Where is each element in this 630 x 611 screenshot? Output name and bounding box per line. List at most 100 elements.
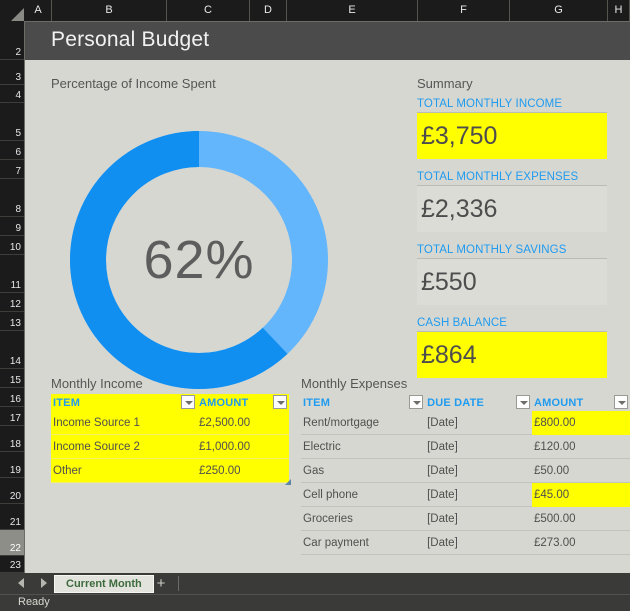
page-title: Personal Budget xyxy=(51,28,209,52)
table-cell[interactable]: £500.00 xyxy=(532,507,630,531)
column-header-e[interactable]: E xyxy=(287,0,418,21)
table-cell[interactable]: Income Source 2 xyxy=(51,435,197,459)
expenses-column-header-item[interactable]: ITEM xyxy=(301,394,425,411)
select-all-corner[interactable] xyxy=(0,0,26,22)
filter-dropdown-icon[interactable] xyxy=(273,395,287,409)
row-header-18[interactable]: 18 xyxy=(0,426,24,452)
status-text: Ready xyxy=(18,596,50,608)
status-bar: Ready xyxy=(0,594,630,611)
row-header-4[interactable]: 4 xyxy=(0,85,24,103)
sheet-surface: Personal Budget Percentage of Income Spe… xyxy=(25,22,630,573)
donut-chart[interactable]: 62% xyxy=(63,124,335,396)
column-header-a[interactable]: A xyxy=(25,0,52,21)
table-cell[interactable]: [Date] xyxy=(425,459,532,483)
expenses-column-header-amount[interactable]: AMOUNT xyxy=(532,394,630,411)
table-cell[interactable]: Electric xyxy=(301,435,425,459)
filter-dropdown-icon[interactable] xyxy=(409,395,423,409)
row-header-3[interactable]: 3 xyxy=(0,60,24,85)
add-sheet-button[interactable]: + xyxy=(152,576,170,592)
table-cell[interactable]: [Date] xyxy=(425,531,532,555)
column-header-b[interactable]: B xyxy=(52,0,167,21)
filter-dropdown-icon[interactable] xyxy=(614,395,628,409)
table-cell[interactable]: £800.00 xyxy=(532,411,630,435)
summary-label-0: TOTAL MONTHLY INCOME xyxy=(417,98,607,113)
sheet-tab-current-month[interactable]: Current Month xyxy=(54,575,154,593)
filter-dropdown-icon[interactable] xyxy=(516,395,530,409)
table-cell[interactable]: Car payment xyxy=(301,531,425,555)
row-header-9[interactable]: 9 xyxy=(0,217,24,236)
column-header-g[interactable]: G xyxy=(510,0,608,21)
income-table[interactable]: ITEMAMOUNTIncome Source 1£2,500.00Income… xyxy=(51,394,289,483)
row-header-7[interactable]: 7 xyxy=(0,160,24,179)
table-header-row: ITEM DUE DATEAMOUNT xyxy=(301,394,630,411)
table-row[interactable]: Gas[Date]£50.00 xyxy=(301,459,630,483)
table-row[interactable]: Rent/mortgage[Date]£800.00 xyxy=(301,411,630,435)
table-cell[interactable]: Other xyxy=(51,459,197,483)
table-cell[interactable]: £250.00 xyxy=(197,459,289,483)
expenses-table-title: Monthly Expenses xyxy=(301,376,407,391)
next-sheet-icon[interactable] xyxy=(41,578,47,588)
summary-value-0[interactable]: £3,750 xyxy=(417,113,607,159)
column-header-d[interactable]: D xyxy=(250,0,287,21)
row-header-22[interactable]: 22 xyxy=(0,530,24,556)
table-cell[interactable]: Rent/mortgage xyxy=(301,411,425,435)
row-header-2[interactable]: 2 xyxy=(0,22,24,60)
summary-value-3[interactable]: £864 xyxy=(417,332,607,378)
table-cell[interactable]: Cell phone xyxy=(301,483,425,507)
income-column-header-item[interactable]: ITEM xyxy=(51,394,197,411)
table-row[interactable]: Cell phone[Date]£45.00 xyxy=(301,483,630,507)
row-header-13[interactable]: 13 xyxy=(0,312,24,331)
table-cell[interactable]: [Date] xyxy=(425,507,532,531)
table-cell[interactable]: [Date] xyxy=(425,435,532,459)
table-header-row: ITEMAMOUNT xyxy=(51,394,289,411)
table-cell[interactable]: £1,000.00 xyxy=(197,435,289,459)
row-header-8[interactable]: 8 xyxy=(0,179,24,217)
table-cell[interactable]: £120.00 xyxy=(532,435,630,459)
row-header-19[interactable]: 19 xyxy=(0,452,24,478)
table-row[interactable]: Electric[Date]£120.00 xyxy=(301,435,630,459)
table-cell[interactable]: Groceries xyxy=(301,507,425,531)
row-header-23[interactable]: 23 xyxy=(0,556,24,573)
column-header-bar: ABCDEFGH xyxy=(0,0,630,21)
row-header-14[interactable]: 14 xyxy=(0,331,24,369)
row-header-17[interactable]: 17 xyxy=(0,407,24,426)
expenses-table[interactable]: ITEMDUE DATEAMOUNTRent/mortgage[Date]£80… xyxy=(301,394,630,555)
sheet-tab-bar: Current Month + xyxy=(0,573,630,594)
row-header-16[interactable]: 16 xyxy=(0,388,24,407)
table-cell[interactable]: £2,500.00 xyxy=(197,411,289,435)
tab-separator xyxy=(178,576,179,591)
summary-label-2: TOTAL MONTHLY SAVINGS xyxy=(417,244,607,259)
column-header-f[interactable]: F xyxy=(418,0,510,21)
income-column-header-amount[interactable]: AMOUNT xyxy=(197,394,289,411)
expenses-column-header-label: ITEM xyxy=(303,397,330,409)
column-header-c[interactable]: C xyxy=(167,0,250,21)
expenses-column-header-due-date[interactable]: DUE DATE xyxy=(425,394,532,411)
previous-sheet-icon[interactable] xyxy=(18,578,24,588)
table-row[interactable]: Car payment[Date]£273.00 xyxy=(301,531,630,555)
table-row[interactable]: Income Source 1£2,500.00 xyxy=(51,411,289,435)
table-row[interactable]: Groceries[Date]£500.00 xyxy=(301,507,630,531)
row-header-20[interactable]: 20 xyxy=(0,478,24,504)
table-cell[interactable]: Gas xyxy=(301,459,425,483)
row-header-10[interactable]: 10 xyxy=(0,236,24,255)
row-header-5[interactable]: 5 xyxy=(0,103,24,141)
table-resize-handle[interactable] xyxy=(284,478,291,485)
row-header-21[interactable]: 21 xyxy=(0,504,24,530)
table-cell[interactable]: [Date] xyxy=(425,411,532,435)
row-header-11[interactable]: 11 xyxy=(0,255,24,293)
table-row[interactable]: Income Source 2£1,000.00 xyxy=(51,435,289,459)
table-cell[interactable]: £45.00 xyxy=(532,483,630,507)
donut-center-label: 62% xyxy=(63,124,335,396)
table-cell[interactable]: £50.00 xyxy=(532,459,630,483)
summary-value-2[interactable]: £550 xyxy=(417,259,607,305)
table-cell[interactable]: Income Source 1 xyxy=(51,411,197,435)
row-header-12[interactable]: 12 xyxy=(0,293,24,312)
filter-dropdown-icon[interactable] xyxy=(181,395,195,409)
row-header-6[interactable]: 6 xyxy=(0,141,24,160)
table-cell[interactable]: [Date] xyxy=(425,483,532,507)
table-cell[interactable]: £273.00 xyxy=(532,531,630,555)
column-header-h[interactable]: H xyxy=(608,0,630,21)
summary-value-1[interactable]: £2,336 xyxy=(417,186,607,232)
table-row[interactable]: Other£250.00 xyxy=(51,459,289,483)
row-header-15[interactable]: 15 xyxy=(0,369,24,388)
